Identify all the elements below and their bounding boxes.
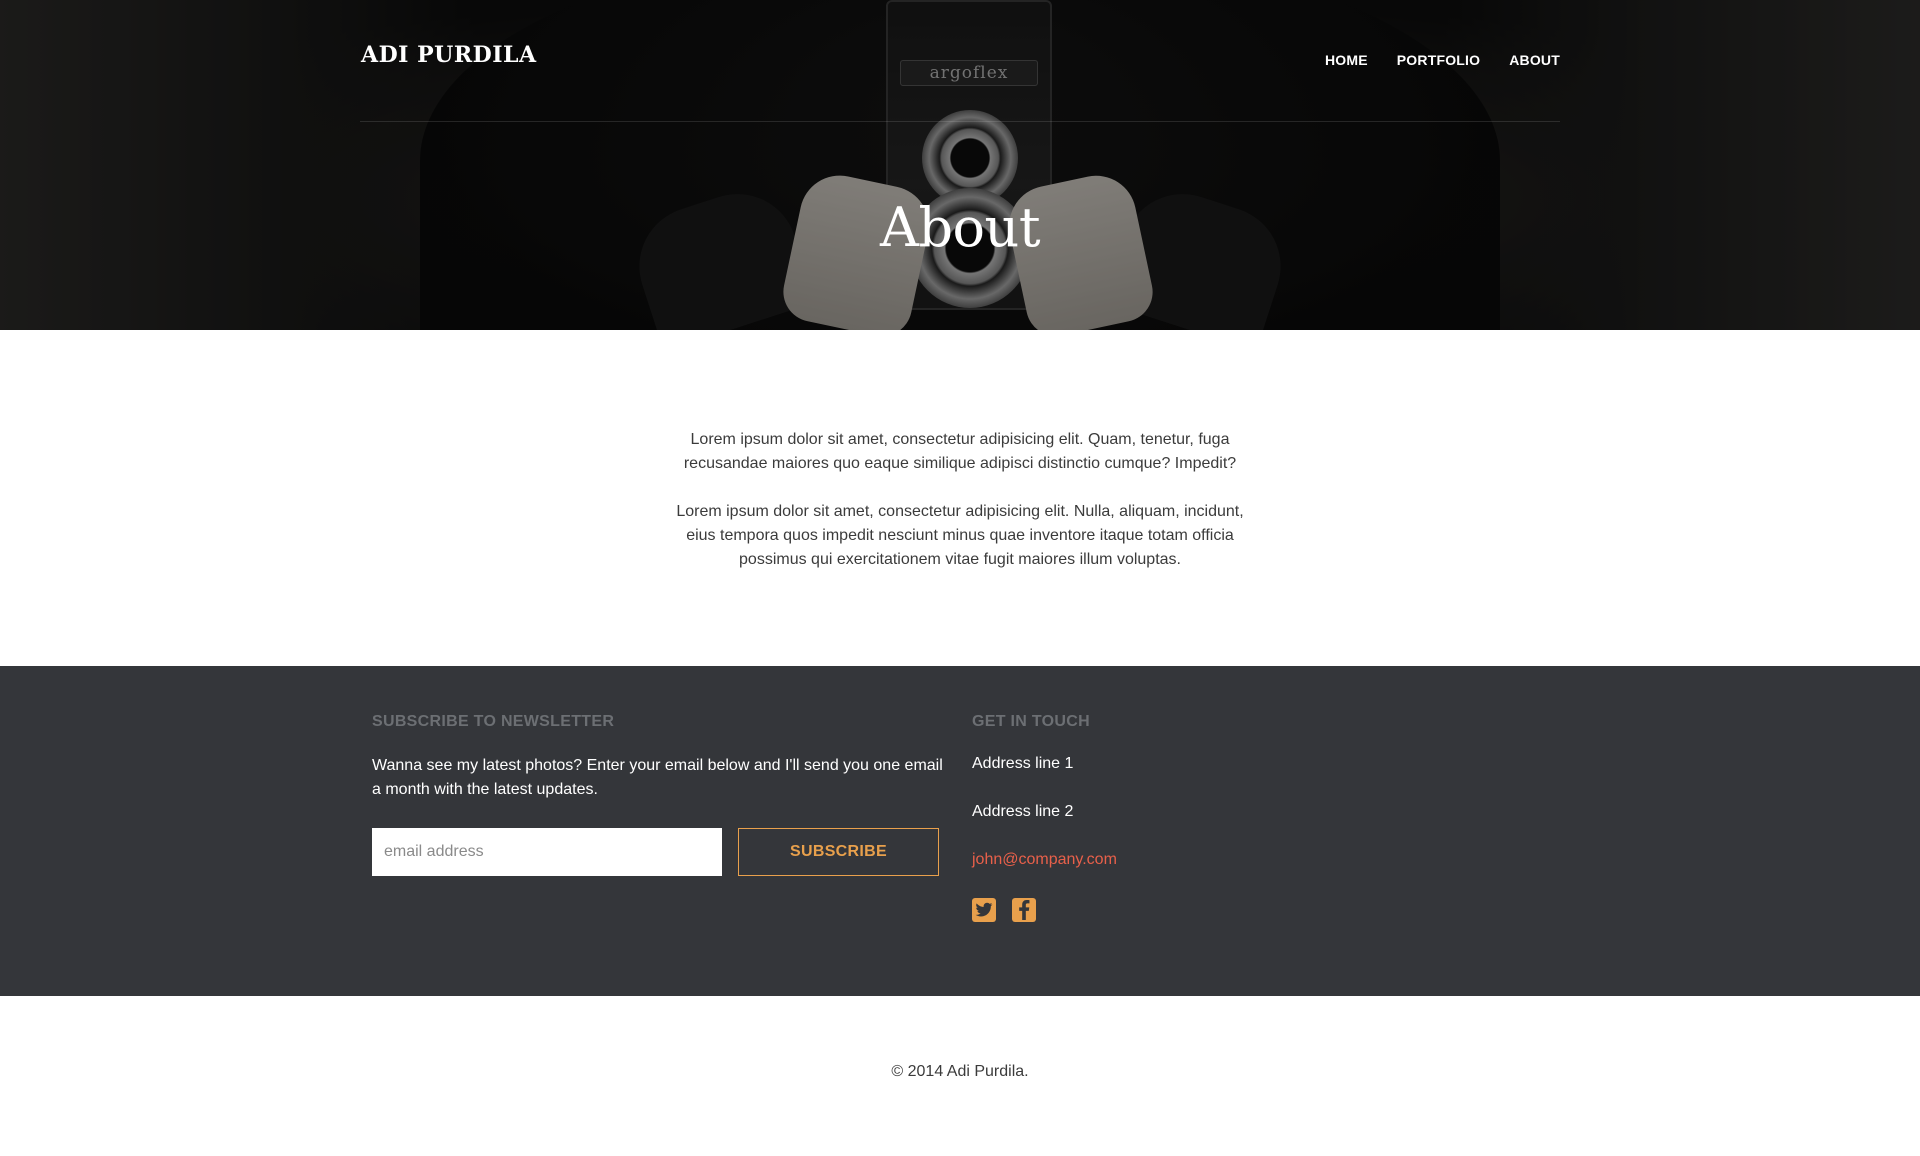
address-line-2: Address line 2 — [972, 803, 1074, 820]
nav-home[interactable]: HOME — [1325, 52, 1368, 68]
nav-portfolio[interactable]: PORTFOLIO — [1397, 52, 1480, 68]
newsletter-description: Wanna see my latest photos? Enter your e… — [372, 757, 943, 798]
newsletter-heading: SUBSCRIBE TO NEWSLETTER — [372, 713, 615, 730]
social-links — [972, 898, 1372, 922]
site-header: ADI PURDILA HOME PORTFOLIO ABOUT — [360, 0, 1560, 122]
about-paragraph-2: Lorem ipsum dolor sit amet, consectetur … — [676, 503, 1244, 568]
copyright-text: © 2014 Adi Purdila. — [891, 1063, 1029, 1080]
subscribe-button[interactable]: SUBSCRIBE — [738, 828, 939, 876]
main-nav: HOME PORTFOLIO ABOUT — [1325, 52, 1560, 68]
twitter-icon[interactable] — [972, 898, 996, 922]
contact-heading: GET IN TOUCH — [972, 713, 1090, 730]
newsletter-form: SUBSCRIBE — [372, 828, 939, 876]
contact-section: GET IN TOUCH Address line 1 Address line… — [972, 712, 1372, 922]
page-title: About — [879, 196, 1041, 259]
site-footer: SUBSCRIBE TO NEWSLETTER Wanna see my lat… — [0, 666, 1920, 996]
facebook-icon[interactable] — [1012, 898, 1036, 922]
address-line-1: Address line 1 — [972, 755, 1074, 772]
nav-about[interactable]: ABOUT — [1509, 52, 1560, 68]
about-content: Lorem ipsum dolor sit amet, consectetur … — [660, 428, 1260, 596]
hero-banner: argoflex ADI PURDILA HOME PORTFOLIO ABOU… — [0, 0, 1920, 330]
contact-email-link[interactable]: john@company.com — [972, 850, 1372, 870]
site-logo[interactable]: ADI PURDILA — [361, 42, 537, 68]
email-input[interactable] — [372, 828, 722, 876]
about-paragraph-1: Lorem ipsum dolor sit amet, consectetur … — [683, 431, 1237, 472]
newsletter-section: SUBSCRIBE TO NEWSLETTER Wanna see my lat… — [372, 712, 952, 876]
